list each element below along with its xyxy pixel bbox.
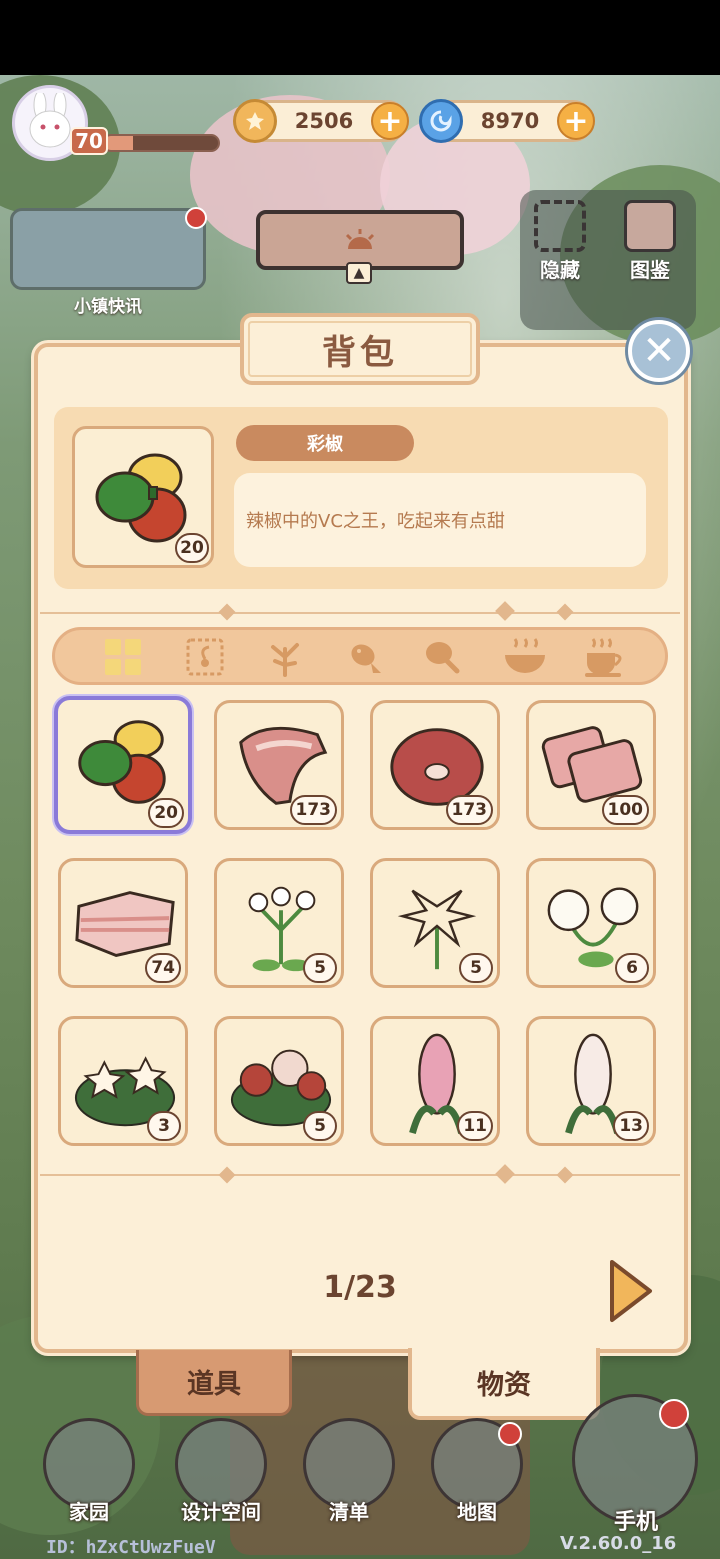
inventory-slot[interactable]: 5 [214,858,344,988]
nav-list-label: 清单 [329,1500,369,1524]
inventory-slot[interactable]: 74 [58,858,188,988]
player-level-badge: 70 [70,127,108,155]
nav-list[interactable]: 清单 [300,1418,398,1525]
inventory-slot[interactable]: 173 [214,700,344,830]
nav-map[interactable]: 地图 [428,1418,526,1525]
hot-bowl-icon [505,638,545,673]
nav-design-label: 设计空间 [181,1500,261,1524]
page-indicator: 1/23 [323,1270,397,1305]
nav-phone-label: 手机 [613,1510,658,1535]
grid-icon [105,639,141,675]
game-version: V.2.60.0_16 [560,1533,677,1554]
item-count: 11 [457,1111,493,1141]
nav-home[interactable]: 家园 [40,1418,138,1525]
item-count: 5 [459,953,493,983]
selected-item-description: 辣椒中的VC之王，吃起来有点甜 [234,473,646,567]
notification-dot [498,1422,522,1446]
nav-design[interactable]: 设计空间 [166,1418,276,1525]
inventory-slot[interactable]: 20 [54,696,192,834]
add-gold-button[interactable]: + [371,102,409,140]
tab-fish[interactable] [342,634,388,680]
selected-item-icon-slot: 20 [72,426,214,568]
item-count: 5 [303,953,337,983]
drumstick-icon [426,642,460,674]
gem-amount: 8970 [480,109,540,133]
encyclopedia-button[interactable]: 图鉴 [618,200,682,283]
selected-item-name: 彩椒 [236,425,414,461]
tab-dishes[interactable] [502,634,548,680]
status-bar-area [0,0,720,75]
item-count: 100 [601,795,649,825]
close-icon: ✕ [642,328,676,374]
town-news-button[interactable] [10,207,207,290]
tea-cup-icon [585,638,622,677]
hide-label: 隐藏 [540,258,580,282]
nav-map-label: 地图 [457,1500,497,1524]
item-count: 20 [148,798,184,828]
book-icon [624,200,676,252]
backpack-title: 背包 [240,313,480,385]
hide-ui-button[interactable]: 隐藏 [528,200,592,283]
notification-dot [659,1399,689,1429]
sprout-icon [271,643,299,677]
item-count: 74 [145,953,181,983]
item-count: 5 [303,1111,337,1141]
blue-gem-icon [419,99,463,143]
player-id: ID：hZxCtUwzFueV [46,1537,216,1558]
gold-currency: 2506 + [233,99,409,143]
item-count: 13 [613,1111,649,1141]
inventory-slot[interactable]: 13 [526,1016,656,1146]
add-gem-button[interactable]: + [557,102,595,140]
next-page-button[interactable] [606,1258,654,1324]
inventory-slot[interactable]: 173 [370,700,500,830]
divider [40,612,680,614]
gem-currency: 8970 + [419,99,595,143]
inventory-slot[interactable]: 11 [370,1016,500,1146]
inventory-slot[interactable]: 5 [214,1016,344,1146]
encyclopedia-label: 图鉴 [630,258,670,282]
tab-drinks[interactable] [582,634,628,680]
item-count: 6 [615,953,649,983]
inventory-slot[interactable]: 100 [526,700,656,830]
selected-item-count: 20 [175,533,209,563]
chevron-up-icon[interactable]: ▲ [346,262,372,284]
xp-progress-bar [102,134,220,152]
gold-amount: 2506 [294,109,354,133]
nav-home-label: 家园 [69,1500,109,1524]
tab-tools[interactable]: 道具 [136,1350,292,1416]
weather-panel[interactable] [256,210,464,270]
town-news-label: 小镇快讯 [74,297,142,317]
fish-icon [351,644,381,673]
tab-materials[interactable]: 物资 [408,1348,600,1420]
item-count: 3 [147,1111,181,1141]
close-button[interactable]: ✕ [628,320,690,382]
item-count: 173 [289,795,337,825]
inventory-slot[interactable]: 3 [58,1016,188,1146]
arrow-right-icon [610,1260,652,1322]
tab-meat[interactable] [420,634,466,680]
inventory-slot[interactable]: 6 [526,858,656,988]
seed-packet-icon [186,638,224,676]
hide-icon [534,200,586,252]
item-count: 173 [445,795,493,825]
tab-seeds[interactable] [182,634,228,680]
gold-coin-icon [233,99,277,143]
notification-dot [185,207,207,229]
tab-all[interactable] [100,634,146,680]
inventory-slot[interactable]: 5 [370,858,500,988]
divider [40,1174,680,1176]
tab-plants[interactable] [262,634,308,680]
sunrise-icon [345,229,375,249]
